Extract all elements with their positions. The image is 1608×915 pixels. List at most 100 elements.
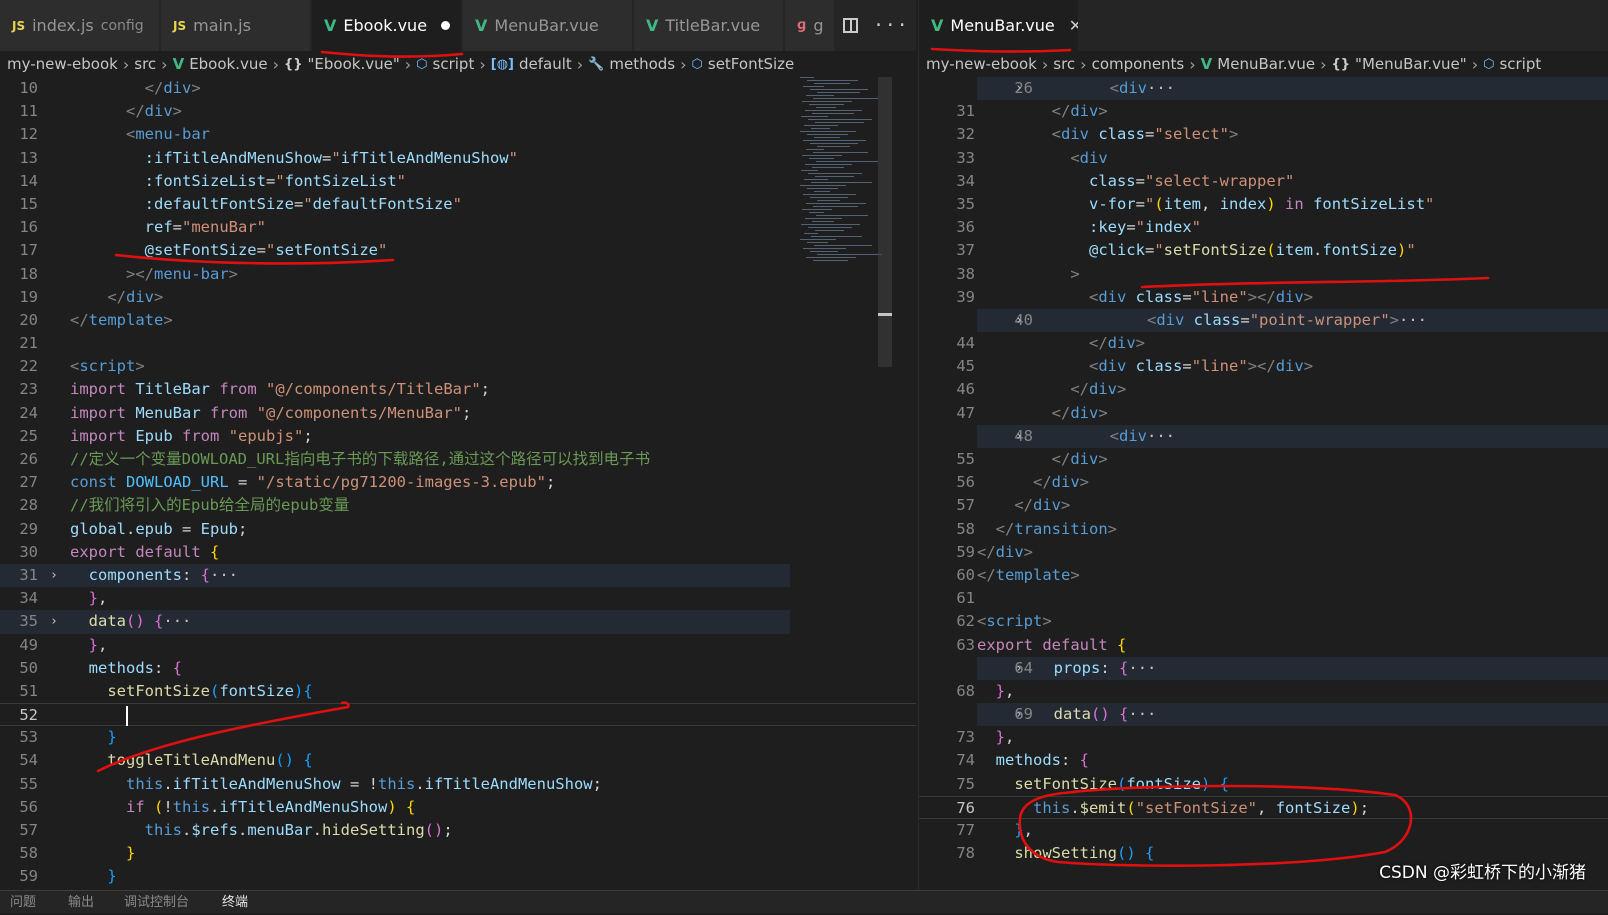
- code-line[interactable]: 51 setFontSize(fontSize){: [0, 680, 916, 703]
- tab-menubar-vue-right[interactable]: V MenuBar.vue ✕: [919, 0, 1079, 51]
- code-line[interactable]: 73 },: [919, 726, 1608, 749]
- fold-chevron-icon[interactable]: ›: [1015, 77, 1023, 100]
- code-line[interactable]: 22 <script>: [0, 355, 916, 378]
- code-line[interactable]: 69 › data() {···: [977, 703, 1608, 727]
- breadcrumb-item[interactable]: "Ebook.vue": [308, 55, 400, 73]
- panel-tab-problems[interactable]: 问题: [10, 891, 36, 913]
- code-line[interactable]: 46 </div>: [919, 378, 1608, 401]
- breadcrumb-item[interactable]: setFontSize: [708, 55, 794, 73]
- tab-main-js[interactable]: JS main.js: [161, 0, 311, 51]
- breadcrumb-item[interactable]: my-new-ebook: [7, 55, 118, 73]
- code-line[interactable]: 64 › props: {···: [977, 656, 1608, 680]
- code-editor[interactable]: 10 </div> 11 </div> 12 <menu-bar 13 :ifTitl…: [0, 77, 916, 890]
- code-line[interactable]: 13 :ifTitleAndMenuShow="ifTitleAndMenuSh…: [0, 147, 916, 170]
- code-line[interactable]: 31 </div>: [919, 100, 1608, 123]
- panel-tab-output[interactable]: 输出: [68, 891, 94, 913]
- code-line[interactable]: 76 this.$emit("setFontSize", fontSize);: [919, 795, 1608, 819]
- fold-chevron-icon[interactable]: ›: [1015, 425, 1023, 448]
- tab-git-file[interactable]: ɡ g: [785, 0, 835, 51]
- code-line[interactable]: 34 class="select-wrapper": [919, 170, 1608, 193]
- code-line[interactable]: 18 ></menu-bar>: [0, 263, 916, 286]
- tab-ebook-vue[interactable]: V Ebook.vue: [312, 0, 462, 51]
- code-line[interactable]: 48 › <div···: [977, 424, 1608, 448]
- code-line[interactable]: 49 },: [0, 634, 916, 657]
- breadcrumb-item[interactable]: Ebook.vue: [189, 55, 267, 73]
- tab-index-js[interactable]: JS index.js config: [0, 0, 160, 51]
- code-line[interactable]: 15 :defaultFontSize="defaultFontSize": [0, 193, 916, 216]
- code-line[interactable]: 77 },: [919, 819, 1608, 842]
- breadcrumb-item[interactable]: methods: [609, 55, 675, 73]
- code-line[interactable]: 57 </div>: [919, 494, 1608, 517]
- code-line[interactable]: 56 if (!this.ifTitleAndMenuShow) {: [0, 796, 916, 819]
- code-line[interactable]: 61: [919, 587, 1608, 610]
- breadcrumb-item[interactable]: MenuBar.vue: [1217, 55, 1315, 73]
- code-line[interactable]: 21: [0, 332, 916, 355]
- code-line[interactable]: 17 @setFontSize="setFontSize": [0, 239, 916, 262]
- code-line[interactable]: 40 › <div class="point-wrapper">···: [977, 308, 1608, 333]
- code-line[interactable]: 20 </template>: [0, 309, 916, 332]
- code-line[interactable]: 54 toggleTitleAndMenu() {: [0, 749, 916, 772]
- code-line[interactable]: 35 v-for="(item, index) in fontSizeList": [919, 193, 1608, 216]
- breadcrumb-item[interactable]: script: [1499, 55, 1541, 73]
- code-line[interactable]: 19 </div>: [0, 286, 916, 309]
- close-icon[interactable]: ✕: [1069, 16, 1078, 35]
- code-line[interactable]: 45 <div class="line"></div>: [919, 355, 1608, 378]
- code-line[interactable]: 34 },: [0, 587, 916, 610]
- scrollbar-thumb[interactable]: [878, 77, 892, 367]
- code-line[interactable]: 16 ref="menuBar": [0, 216, 916, 239]
- code-line[interactable]: 58 }: [0, 842, 916, 865]
- code-line[interactable]: 11 </div>: [0, 100, 916, 123]
- code-line[interactable]: 32 <div class="select">: [919, 123, 1608, 146]
- code-line[interactable]: 35 › data() {···: [0, 610, 790, 634]
- code-line[interactable]: 59 </div>: [919, 541, 1608, 564]
- code-line[interactable]: 36 :key="index": [919, 216, 1608, 239]
- code-line[interactable]: 44 </div>: [919, 332, 1608, 355]
- code-line[interactable]: 74 methods: {: [919, 749, 1608, 772]
- code-line[interactable]: 28 //我们将引入的Epub给全局的epub变量: [0, 494, 916, 517]
- code-line[interactable]: 57 this.$refs.menuBar.hideSetting();: [0, 819, 916, 842]
- code-line[interactable]: 47 </div>: [919, 402, 1608, 425]
- code-line[interactable]: 23 import TitleBar from "@/components/Tit…: [0, 378, 916, 401]
- code-line[interactable]: 53 }: [0, 726, 916, 749]
- code-line[interactable]: 58 </transition>: [919, 518, 1608, 541]
- code-line[interactable]: 63 export default {: [919, 634, 1608, 657]
- code-line[interactable]: 38 >: [919, 263, 1608, 286]
- code-line[interactable]: 26 › <div···: [977, 77, 1608, 101]
- code-line[interactable]: 52: [0, 703, 916, 727]
- code-line[interactable]: 29 global.epub = Epub;: [0, 518, 916, 541]
- code-line[interactable]: 39 <div class="line"></div>: [919, 286, 1608, 309]
- code-line[interactable]: 26 //定义一个变量DOWLOAD_URL指向电子书的下载路径,通过这个路径可以…: [0, 448, 916, 471]
- split-editor-icon[interactable]: [843, 18, 859, 33]
- minimap[interactable]: [800, 77, 882, 277]
- breadcrumb-item[interactable]: "MenuBar.vue": [1355, 55, 1467, 73]
- code-line[interactable]: 33 <div: [919, 147, 1608, 170]
- unsaved-dot-icon[interactable]: [441, 21, 451, 30]
- code-line[interactable]: 37 @click="setFontSize(item.fontSize)": [919, 239, 1608, 262]
- fold-chevron-icon[interactable]: ›: [1015, 657, 1023, 680]
- fold-chevron-icon[interactable]: ›: [50, 610, 58, 633]
- fold-chevron-icon[interactable]: ›: [50, 564, 58, 587]
- breadcrumb-item[interactable]: src: [134, 55, 156, 73]
- tab-menubar-vue[interactable]: V MenuBar.vue: [463, 0, 633, 51]
- code-line[interactable]: 50 methods: {: [0, 657, 916, 680]
- code-line[interactable]: 27 const DOWLOAD_URL = "/static/pg71200-i…: [0, 471, 916, 494]
- breadcrumb-item[interactable]: src: [1053, 55, 1075, 73]
- code-editor[interactable]: 26 › <div··· 31 </div> 32 <div class="selec…: [919, 77, 1608, 890]
- fold-chevron-icon[interactable]: ›: [1015, 703, 1023, 726]
- panel-tab-terminal[interactable]: 终端: [222, 891, 248, 913]
- code-line[interactable]: 56 </div>: [919, 471, 1608, 494]
- panel-tab-debug-console[interactable]: 调试控制台: [124, 891, 189, 913]
- code-line[interactable]: 25 import Epub from "epubjs";: [0, 425, 916, 448]
- more-actions-icon[interactable]: ···: [873, 15, 909, 36]
- code-line[interactable]: 60 </template>: [919, 564, 1608, 587]
- code-line[interactable]: 10 </div>: [0, 77, 916, 100]
- breadcrumb-item[interactable]: components: [1092, 55, 1185, 73]
- code-line[interactable]: 30 export default {: [0, 541, 916, 564]
- code-line[interactable]: 24 import MenuBar from "@/components/Menu…: [0, 402, 916, 425]
- breadcrumb-item[interactable]: default: [519, 55, 572, 73]
- code-line[interactable]: 62 <script>: [919, 610, 1608, 633]
- code-line[interactable]: 68 },: [919, 680, 1608, 703]
- code-line[interactable]: 59 }: [0, 865, 916, 888]
- code-line[interactable]: 12 <menu-bar: [0, 123, 916, 146]
- breadcrumb-item[interactable]: my-new-ebook: [926, 55, 1037, 73]
